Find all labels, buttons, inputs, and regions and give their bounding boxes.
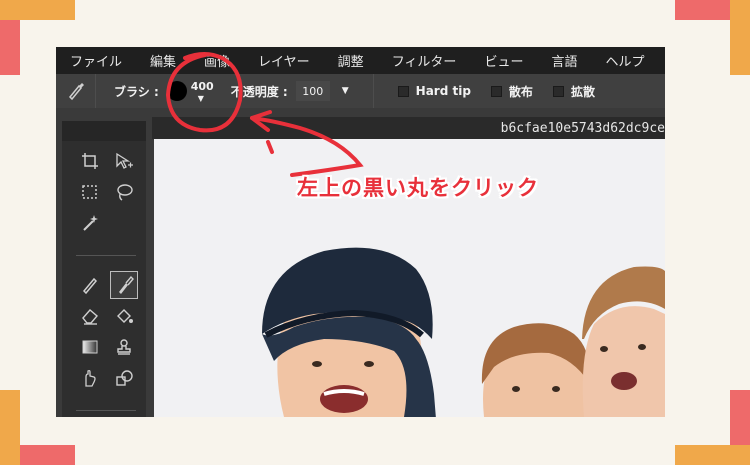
- menu-layer[interactable]: レイヤー: [244, 51, 324, 70]
- pencil-icon[interactable]: [76, 271, 104, 299]
- menu-language[interactable]: 言語: [537, 51, 591, 70]
- checkbox-box[interactable]: [397, 85, 409, 97]
- menu-bar: ファイル 編集 画像 レイヤー 調整 フィルター ビュー 言語 ヘルプ: [56, 47, 665, 74]
- brush-size-dropdown[interactable]: 400 ▼: [191, 76, 217, 106]
- fill-icon[interactable]: [110, 302, 138, 330]
- gradient-icon[interactable]: [76, 333, 104, 361]
- menu-help[interactable]: ヘルプ: [591, 51, 658, 70]
- hard-tip-checkbox[interactable]: Hard tip: [397, 84, 471, 98]
- opacity-dropdown-chevron-icon[interactable]: ▼: [342, 86, 349, 96]
- tools-panel-header[interactable]: [62, 121, 146, 141]
- boy-middle: [481, 323, 591, 417]
- tools-panel: [62, 121, 146, 417]
- select-move-icon[interactable]: [110, 147, 138, 175]
- spread-checkbox[interactable]: 拡散: [552, 83, 595, 100]
- eraser-icon[interactable]: [76, 302, 104, 330]
- document-tab-bar: b6cfae10e5743d62dc9ce: [152, 117, 665, 139]
- corner-decoration-top-right: [675, 0, 750, 75]
- scatter-label: 散布: [508, 84, 533, 99]
- menu-edit[interactable]: 編集: [136, 51, 190, 70]
- crop-icon[interactable]: [76, 147, 104, 175]
- annotation-instruction-text: 左上の黒い丸をクリック: [297, 176, 539, 200]
- boy-right: [582, 266, 665, 417]
- shape-icon[interactable]: [110, 364, 138, 392]
- divider: [76, 254, 136, 256]
- brush-size-value: 400: [190, 80, 214, 93]
- lasso-icon[interactable]: [110, 178, 138, 206]
- divider: [372, 74, 374, 108]
- divider: [76, 409, 136, 411]
- smudge-icon[interactable]: [76, 364, 104, 392]
- magic-wand-icon[interactable]: [76, 209, 104, 237]
- hard-tip-label: Hard tip: [415, 84, 471, 98]
- scatter-checkbox[interactable]: 散布: [490, 83, 533, 100]
- current-tool-brush-icon: [56, 74, 96, 108]
- menu-filter[interactable]: フィルター: [378, 51, 471, 70]
- corner-decoration-bottom-right: [675, 390, 750, 465]
- checkbox-box[interactable]: [490, 85, 502, 97]
- brush-label: ブラシ :: [114, 84, 159, 99]
- brush-preview-dot[interactable]: [166, 81, 187, 101]
- document-tab-title[interactable]: b6cfae10e5743d62dc9ce: [501, 121, 665, 136]
- menu-image[interactable]: 画像: [190, 51, 244, 70]
- menu-view[interactable]: ビュー: [470, 51, 537, 70]
- tool-options-bar: ブラシ : 400 ▼ 不透明度 : 100 ▼ Hard tip 散布 拡散: [56, 74, 665, 108]
- checkbox-box[interactable]: [552, 85, 564, 97]
- chevron-down-icon: ▼: [197, 94, 204, 103]
- opacity-label: 不透明度 :: [230, 84, 288, 99]
- menu-adjust[interactable]: 調整: [324, 51, 378, 70]
- menu-file[interactable]: ファイル: [56, 51, 136, 70]
- opacity-input[interactable]: 100: [295, 81, 330, 101]
- photo-editor-window: ファイル 編集 画像 レイヤー 調整 フィルター ビュー 言語 ヘルプ ブラシ …: [56, 47, 665, 417]
- spread-label: 拡散: [570, 84, 595, 99]
- boy-with-cap: [262, 247, 436, 417]
- brush-icon[interactable]: [110, 271, 138, 299]
- marquee-icon[interactable]: [76, 178, 104, 206]
- stamp-icon[interactable]: [110, 333, 138, 361]
